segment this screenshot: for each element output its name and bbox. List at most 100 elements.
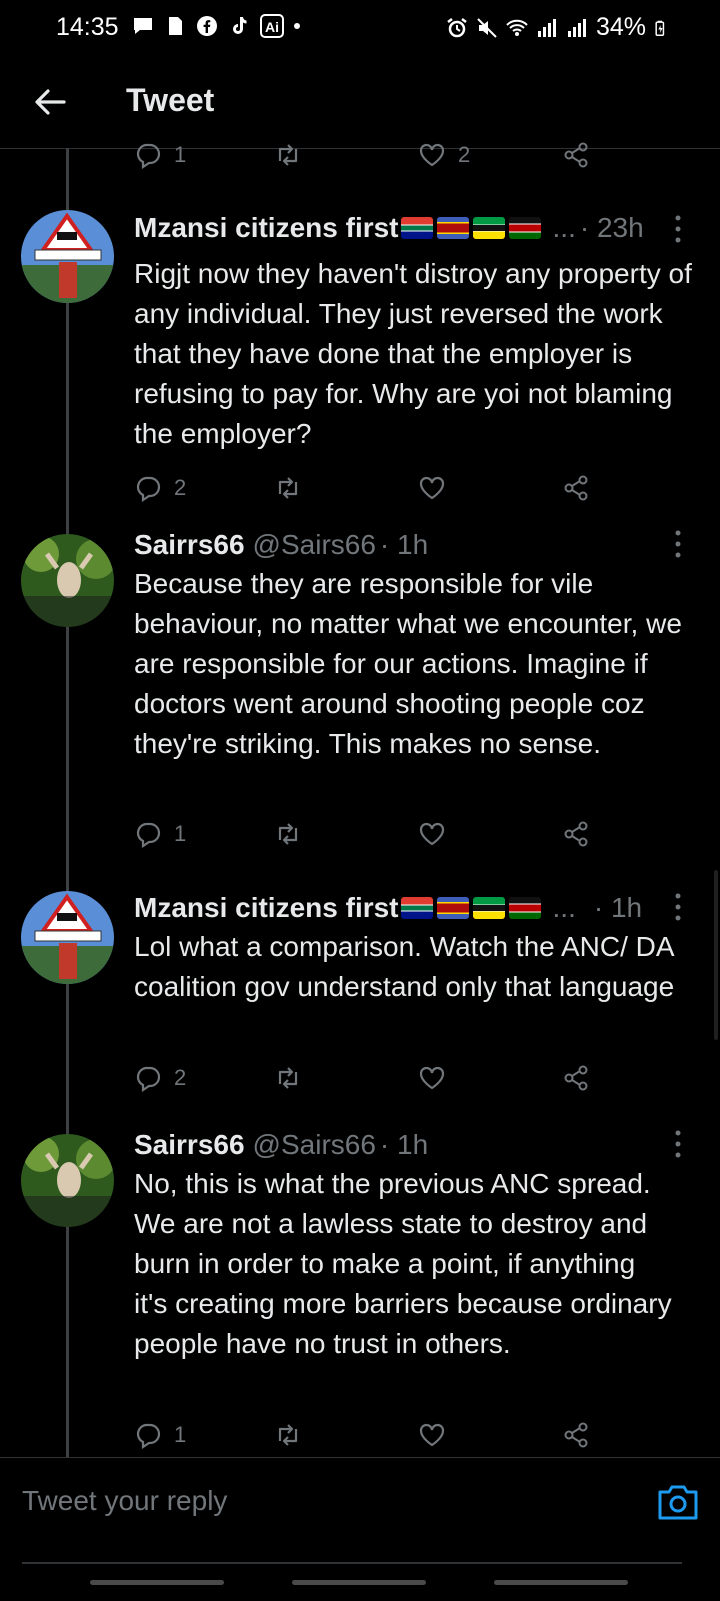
reply-icon: [136, 476, 161, 502]
tweet-actions: 1: [134, 1415, 614, 1455]
retweet-icon: [278, 1424, 298, 1446]
sim-card-icon: [169, 17, 182, 35]
kenya-flag-icon: [508, 897, 541, 919]
thread-line: [66, 1226, 69, 1457]
avatar[interactable]: [21, 534, 114, 627]
like-button[interactable]: 2: [418, 135, 470, 175]
tweet-actions: 2: [134, 468, 614, 508]
share-button[interactable]: [562, 1415, 590, 1455]
thread-line: [66, 984, 69, 1134]
input-underline: [22, 1562, 682, 1564]
reply-count: 1: [174, 821, 187, 846]
more-options-icon[interactable]: [672, 527, 684, 561]
display-name[interactable]: Sairrs66: [134, 1129, 245, 1161]
heart-icon: [419, 1066, 445, 1090]
heart-icon: [419, 822, 445, 846]
south-africa-flag-icon: [400, 217, 433, 239]
share-button[interactable]: [562, 814, 590, 854]
more-options-icon[interactable]: [672, 212, 684, 246]
retweet-icon: [278, 477, 298, 499]
kenya-flag-icon: [508, 217, 541, 239]
reply-button[interactable]: 1: [134, 135, 186, 175]
like-button[interactable]: [418, 1058, 446, 1098]
like-button[interactable]: [418, 1415, 446, 1455]
tweet-header: Mzansi citizens first ... · 23h: [134, 208, 660, 248]
stray-animals-sign-image: [21, 891, 114, 984]
flags: [400, 217, 541, 239]
reply-button[interactable]: 2: [134, 468, 186, 508]
nav-back-button[interactable]: [494, 1580, 628, 1585]
retweet-button[interactable]: [274, 468, 302, 508]
retweet-button[interactable]: [274, 135, 302, 175]
tiktok-icon: [233, 17, 247, 34]
thread-line: [66, 627, 69, 892]
nav-recents-button[interactable]: [90, 1580, 224, 1585]
share-button[interactable]: [562, 1058, 590, 1098]
username[interactable]: @Sairs66: [253, 1129, 376, 1161]
display-name[interactable]: Mzansi citizens first: [134, 212, 399, 244]
reply-count: 1: [174, 142, 187, 167]
more-options-icon[interactable]: [672, 890, 684, 924]
like-button[interactable]: [418, 468, 446, 508]
tweet-text: Because they are responsible for vile be…: [134, 568, 682, 759]
tweet-actions: 1: [134, 814, 614, 854]
status-time: 14:35: [56, 13, 119, 41]
flags: [400, 897, 541, 919]
username[interactable]: @Sairs66: [253, 529, 376, 561]
share-icon: [564, 1065, 588, 1091]
tweet-text: Lol what a comparison. Watch the ANC/ DA…: [134, 931, 675, 1002]
reply-count: 2: [174, 1065, 187, 1090]
reply-count: 1: [174, 1422, 187, 1447]
reply-input[interactable]: Tweet your reply: [22, 1485, 227, 1517]
more-options-icon[interactable]: [672, 1127, 684, 1161]
battery-charging-icon: [655, 20, 665, 36]
timestamp: · 1h: [593, 892, 643, 923]
signal-icon: [537, 18, 556, 37]
nav-home-button[interactable]: [292, 1580, 426, 1585]
ellipsis: ...: [552, 212, 576, 243]
reply-button[interactable]: 1: [134, 814, 186, 854]
tweet-text: Rigjt now they haven't distroy any prope…: [134, 258, 692, 449]
page-title: Tweet: [126, 82, 215, 118]
thread-line: [66, 302, 69, 534]
message-icon: [134, 18, 152, 34]
reply-button[interactable]: 2: [134, 1058, 186, 1098]
avatar[interactable]: [21, 210, 114, 303]
south-africa-flag-icon: [400, 897, 433, 919]
system-icons: 34%: [446, 13, 670, 42]
mozambique-flag-icon: [472, 217, 505, 239]
status-bar: 14:35 Ai 34%: [0, 0, 720, 56]
share-button[interactable]: [562, 135, 590, 175]
retweet-icon: [278, 144, 298, 166]
share-button[interactable]: [562, 468, 590, 508]
tweet-actions-previous: 1 2: [134, 135, 614, 175]
retweet-button[interactable]: [274, 1415, 302, 1455]
like-button[interactable]: [418, 814, 446, 854]
camera-icon[interactable]: [656, 1482, 700, 1522]
display-name[interactable]: Mzansi citizens first: [134, 892, 399, 924]
heart-icon: [419, 143, 445, 167]
thread-line: [66, 148, 69, 210]
like-count: 2: [458, 142, 471, 167]
share-icon: [564, 1422, 588, 1448]
squirrel-meme-image: [21, 534, 114, 627]
heart-icon: [419, 1423, 445, 1447]
ai-app-icon: Ai: [260, 14, 284, 38]
retweet-button[interactable]: [274, 814, 302, 854]
avatar[interactable]: [21, 891, 114, 984]
retweet-icon: [278, 1067, 298, 1089]
tweet-actions: 2: [134, 1058, 614, 1098]
back-arrow-icon[interactable]: [30, 82, 70, 122]
avatar[interactable]: [21, 1134, 114, 1227]
reply-icon: [136, 1423, 161, 1449]
reply-button[interactable]: 1: [134, 1415, 186, 1455]
mozambique-flag-icon: [472, 897, 505, 919]
display-name[interactable]: Sairrs66: [134, 529, 245, 561]
notification-icons: Ai: [132, 14, 300, 38]
signal-icon-2: [567, 18, 586, 37]
share-icon: [564, 142, 588, 168]
retweet-button[interactable]: [274, 1058, 302, 1098]
eswatini-flag-icon: [436, 217, 469, 239]
scrollbar-thumb[interactable]: [714, 870, 718, 1040]
heart-icon: [419, 476, 445, 500]
